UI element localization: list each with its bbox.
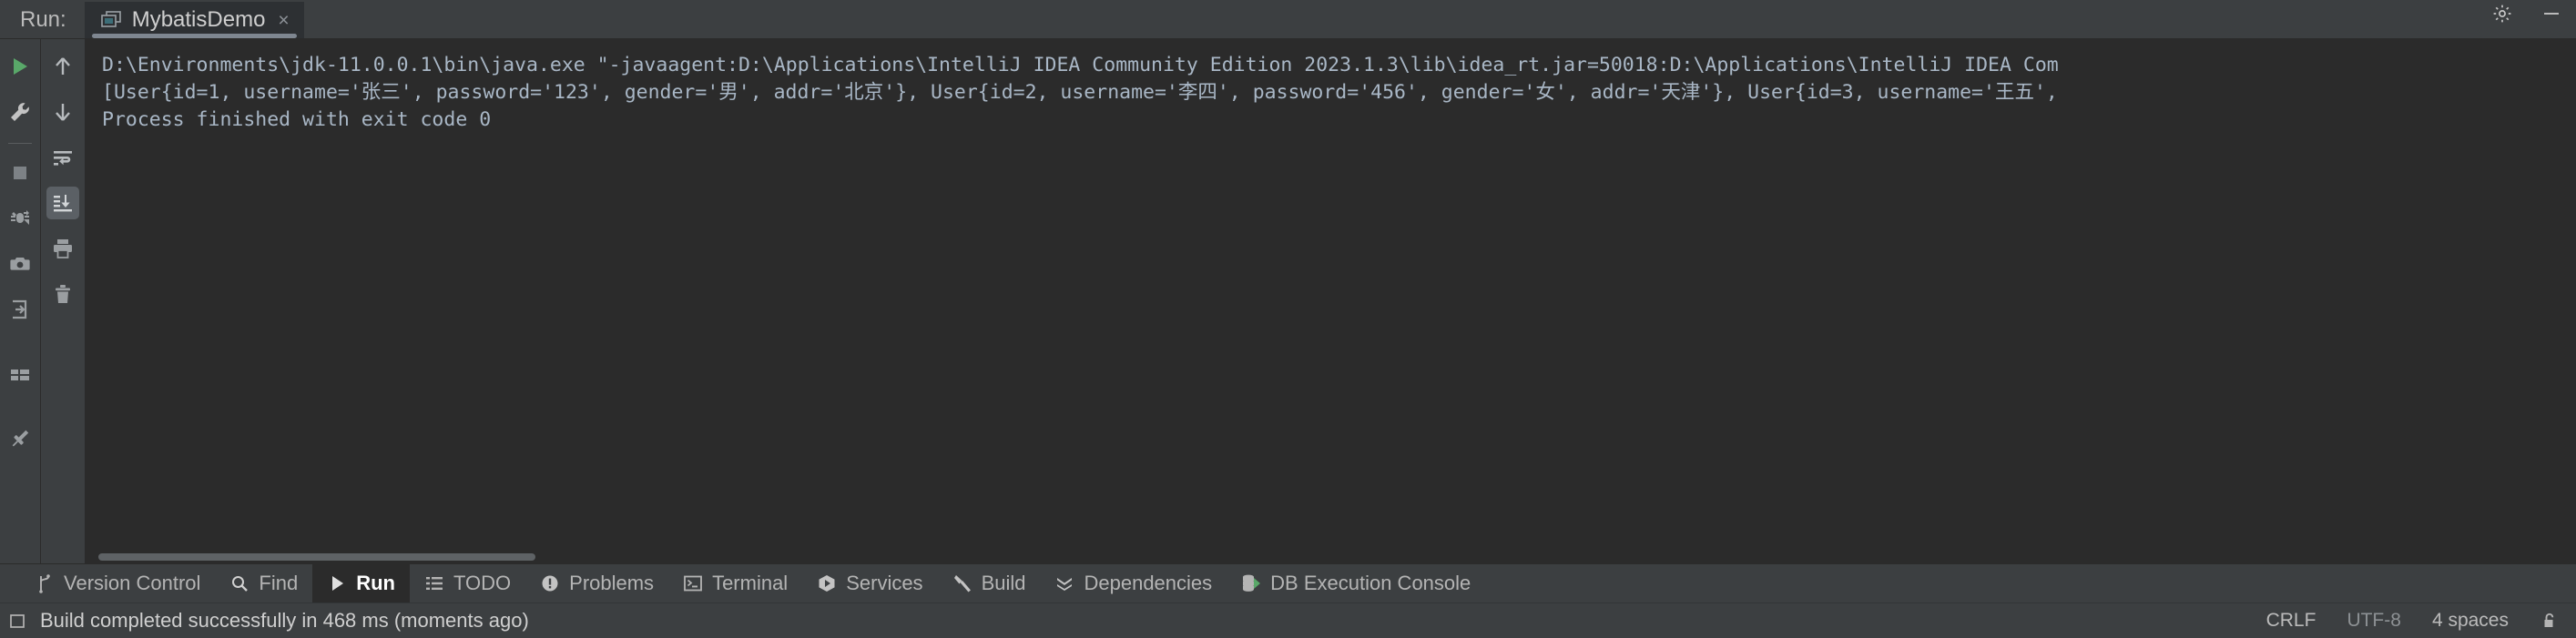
console-line: D:\Environments\jdk-11.0.0.1\bin\java.ex… (102, 54, 2059, 76)
edit-configuration-button[interactable] (4, 96, 36, 128)
services-icon (817, 573, 837, 593)
tool-window-label: Build (981, 572, 1026, 594)
encoding-indicator[interactable]: UTF-8 (2347, 610, 2401, 632)
tool-window-services[interactable]: Services (802, 564, 937, 603)
previous-occurrence-button[interactable] (46, 50, 79, 83)
tool-window-find[interactable]: Find (215, 564, 312, 603)
stop-button[interactable] (4, 157, 36, 189)
branch-icon (35, 573, 55, 593)
scrollbar-thumb[interactable] (98, 553, 535, 561)
event-log-icon[interactable] (7, 611, 27, 631)
soft-wrap-button[interactable] (46, 141, 79, 174)
tool-window-run[interactable]: Run (312, 564, 410, 603)
ide-run-window: Run: MybatisDemo × D:\Environments\jdk-1… (0, 0, 2576, 638)
run-configuration-tab[interactable]: MybatisDemo × (84, 2, 304, 38)
play-icon (327, 573, 347, 593)
tool-window-label: Find (259, 572, 299, 594)
run-actions-toolbar (0, 39, 41, 563)
run-window-title: Run: (20, 7, 66, 32)
tool-window-label: Services (846, 572, 923, 594)
window-controls (2490, 2, 2563, 25)
close-icon[interactable]: × (276, 11, 289, 30)
tool-window-version-control[interactable]: Version Control (20, 564, 215, 603)
tool-window-label: Problems (569, 572, 655, 594)
scroll-to-end-button[interactable] (46, 187, 79, 219)
line-separator-indicator[interactable]: CRLF (2266, 610, 2316, 632)
minimize-icon[interactable] (2540, 2, 2563, 25)
tool-window-build[interactable]: Build (938, 564, 1041, 603)
dump-threads-button[interactable] (4, 293, 36, 326)
tool-window-label: Run (356, 572, 395, 594)
console-horizontal-scrollbar[interactable] (86, 551, 2576, 563)
hammer-icon (952, 573, 972, 593)
magnifier-icon (229, 573, 249, 593)
tool-window-label: DB Execution Console (1270, 572, 1471, 594)
exclamation-circle-icon (540, 573, 560, 593)
run-configuration-tab-label: MybatisDemo (131, 7, 266, 32)
console-line: Process finished with exit code 0 (102, 108, 492, 131)
next-occurrence-button[interactable] (46, 96, 79, 128)
console-output[interactable]: D:\Environments\jdk-11.0.0.1\bin\java.ex… (86, 39, 2576, 551)
tool-window-label: TODO (453, 572, 512, 594)
tool-window-dependencies[interactable]: Dependencies (1040, 564, 1227, 603)
indent-indicator[interactable]: 4 spaces (2432, 610, 2509, 632)
status-bar-left: Build completed successfully in 468 ms (… (7, 609, 529, 633)
tool-window-bar: Version Control Find Run TODO Problems T… (0, 563, 2576, 603)
attach-debugger-button[interactable] (4, 202, 36, 235)
tool-window-problems[interactable]: Problems (525, 564, 668, 603)
console-panel: D:\Environments\jdk-11.0.0.1\bin\java.ex… (86, 39, 2576, 563)
toolbar-separator (8, 143, 32, 144)
list-icon (424, 573, 444, 593)
snapshot-button[interactable] (4, 248, 36, 280)
tool-window-todo[interactable]: TODO (410, 564, 525, 603)
clear-all-button[interactable] (46, 278, 79, 310)
gear-icon[interactable] (2490, 2, 2514, 25)
tool-window-label: Dependencies (1084, 572, 1213, 594)
tool-window-db-execution-console[interactable]: DB Execution Console (1227, 564, 1485, 603)
chevrons-down-icon (1054, 573, 1074, 593)
tool-window-terminal[interactable]: Terminal (668, 564, 802, 603)
print-button[interactable] (46, 232, 79, 265)
database-run-icon (1241, 573, 1261, 593)
unlocked-icon[interactable] (2540, 611, 2560, 631)
layout-button[interactable] (4, 359, 36, 391)
rerun-button[interactable] (4, 50, 36, 83)
terminal-icon (683, 573, 703, 593)
console-actions-toolbar (41, 39, 86, 563)
console-line: [User{id=1, username='张三', password='123… (102, 81, 2058, 104)
build-status-message[interactable]: Build completed successfully in 468 ms (… (40, 609, 529, 633)
status-bar: Build completed successfully in 468 ms (… (0, 603, 2576, 638)
pin-tab-button[interactable] (4, 422, 36, 455)
run-configuration-icon (100, 11, 121, 29)
run-window-header: Run: MybatisDemo × (0, 0, 2576, 39)
status-bar-right: CRLF UTF-8 4 spaces (2266, 610, 2560, 632)
tool-window-label: Terminal (712, 572, 789, 594)
run-window-body: D:\Environments\jdk-11.0.0.1\bin\java.ex… (0, 39, 2576, 563)
tool-window-label: Version Control (64, 572, 201, 594)
